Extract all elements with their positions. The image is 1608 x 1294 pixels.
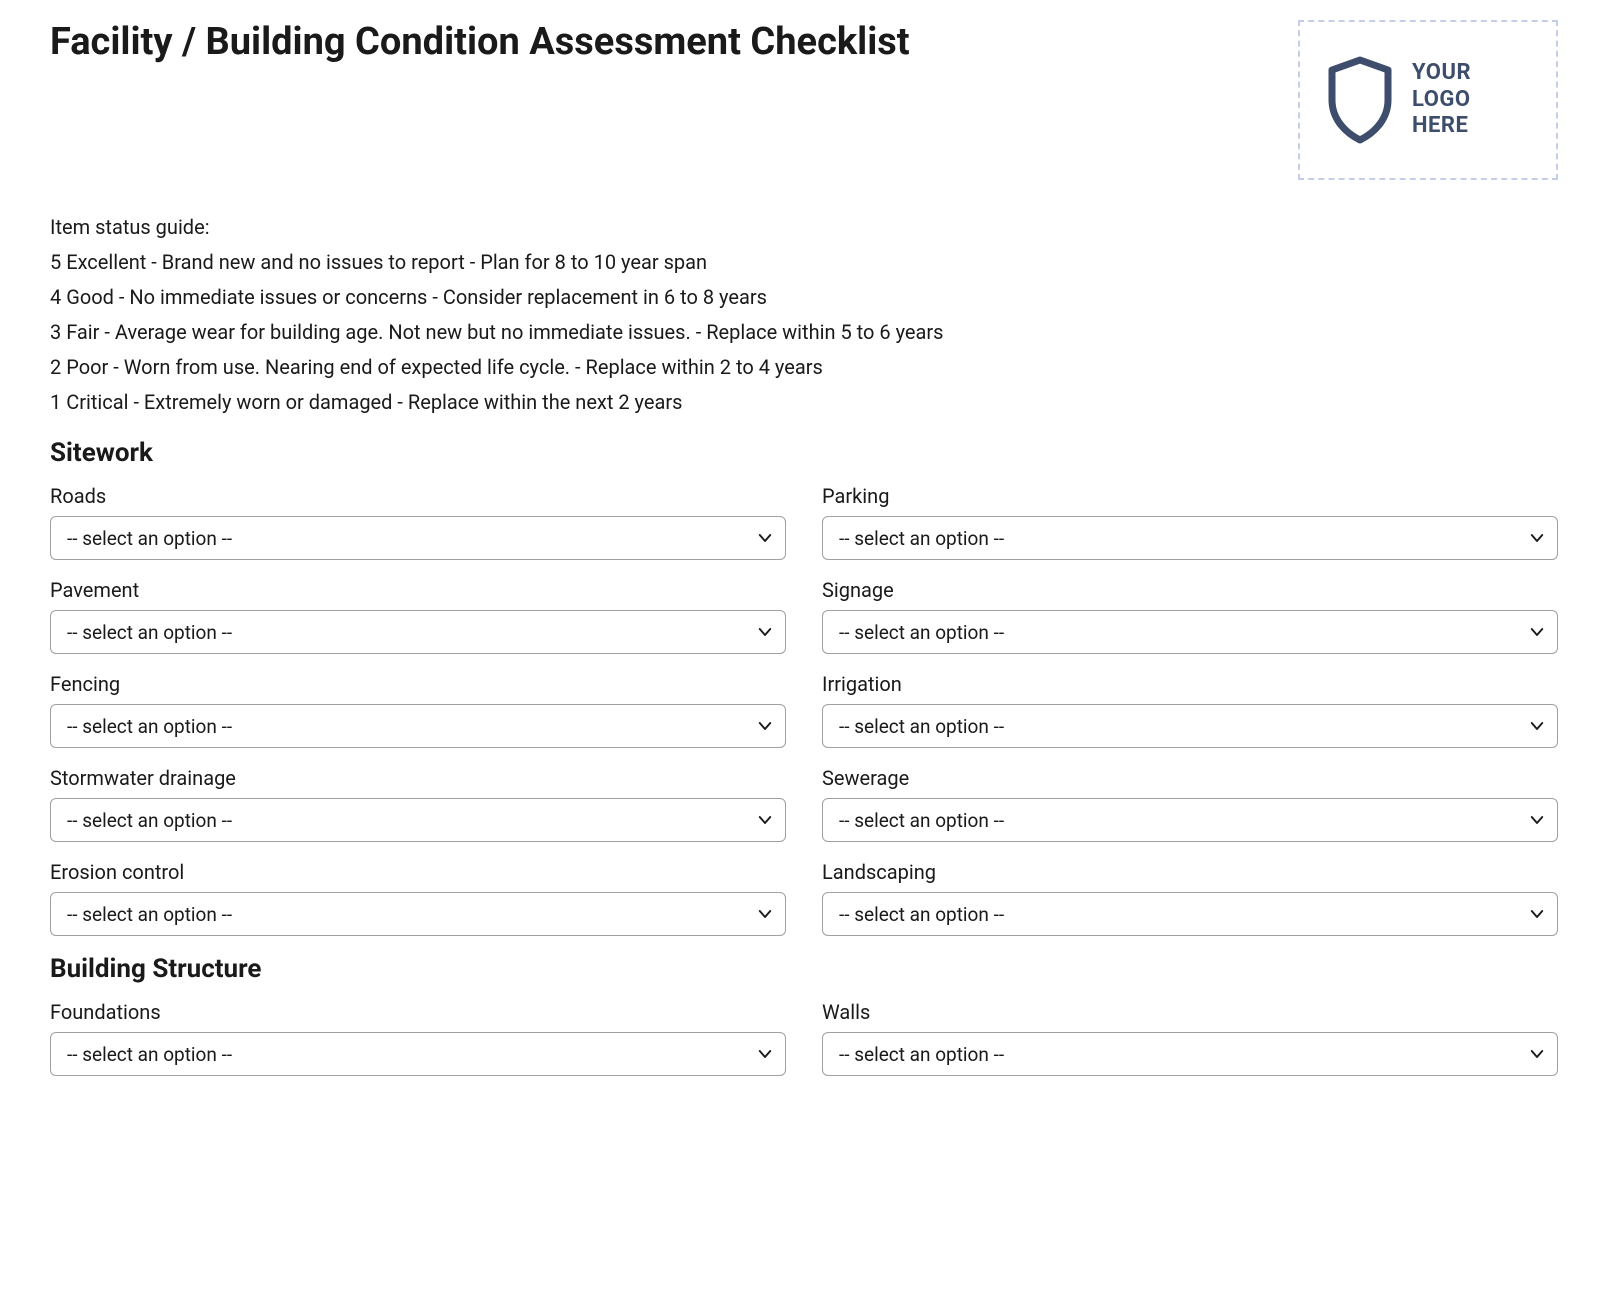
select-sewerage[interactable]: -- select an option -- <box>822 798 1558 842</box>
select-stormwater-drainage[interactable]: -- select an option -- <box>50 798 786 842</box>
select-wrapper: -- select an option -- <box>50 516 786 560</box>
label-roads: Roads <box>50 484 786 508</box>
label-parking: Parking <box>822 484 1558 508</box>
field-signage: Signage -- select an option -- <box>822 578 1558 654</box>
label-pavement: Pavement <box>50 578 786 602</box>
status-guide-item: 2 Poor - Worn from use. Nearing end of e… <box>50 350 1558 385</box>
select-wrapper: -- select an option -- <box>50 798 786 842</box>
status-guide-heading: Item status guide: <box>50 210 1558 245</box>
select-wrapper: -- select an option -- <box>822 892 1558 936</box>
field-roads: Roads -- select an option -- <box>50 484 786 560</box>
field-irrigation: Irrigation -- select an option -- <box>822 672 1558 748</box>
label-sewerage: Sewerage <box>822 766 1558 790</box>
section-title-building-structure: Building Structure <box>50 954 1558 984</box>
sitework-grid: Roads -- select an option -- Parking -- … <box>50 484 1558 936</box>
field-foundations: Foundations -- select an option -- <box>50 1000 786 1076</box>
field-walls: Walls -- select an option -- <box>822 1000 1558 1076</box>
select-irrigation[interactable]: -- select an option -- <box>822 704 1558 748</box>
status-guide-item: 3 Fair - Average wear for building age. … <box>50 315 1558 350</box>
label-fencing: Fencing <box>50 672 786 696</box>
field-erosion-control: Erosion control -- select an option -- <box>50 860 786 936</box>
select-wrapper: -- select an option -- <box>822 704 1558 748</box>
select-wrapper: -- select an option -- <box>50 704 786 748</box>
label-stormwater-drainage: Stormwater drainage <box>50 766 786 790</box>
select-signage[interactable]: -- select an option -- <box>822 610 1558 654</box>
select-wrapper: -- select an option -- <box>50 610 786 654</box>
label-erosion-control: Erosion control <box>50 860 786 884</box>
select-wrapper: -- select an option -- <box>822 798 1558 842</box>
field-sewerage: Sewerage -- select an option -- <box>822 766 1558 842</box>
page-title: Facility / Building Condition Assessment… <box>50 20 910 66</box>
label-foundations: Foundations <box>50 1000 786 1024</box>
field-parking: Parking -- select an option -- <box>822 484 1558 560</box>
select-wrapper: -- select an option -- <box>822 1032 1558 1076</box>
header: Facility / Building Condition Assessment… <box>50 20 1558 180</box>
logo-placeholder-text: YOUR LOGO HERE <box>1412 60 1471 139</box>
field-stormwater-drainage: Stormwater drainage -- select an option … <box>50 766 786 842</box>
shield-icon <box>1324 56 1396 144</box>
label-irrigation: Irrigation <box>822 672 1558 696</box>
section-title-sitework: Sitework <box>50 438 1558 468</box>
label-walls: Walls <box>822 1000 1558 1024</box>
select-erosion-control[interactable]: -- select an option -- <box>50 892 786 936</box>
select-landscaping[interactable]: -- select an option -- <box>822 892 1558 936</box>
status-guide-item: 5 Excellent - Brand new and no issues to… <box>50 245 1558 280</box>
field-pavement: Pavement -- select an option -- <box>50 578 786 654</box>
select-parking[interactable]: -- select an option -- <box>822 516 1558 560</box>
status-guide-item: 1 Critical - Extremely worn or damaged -… <box>50 385 1558 420</box>
select-pavement[interactable]: -- select an option -- <box>50 610 786 654</box>
select-fencing[interactable]: -- select an option -- <box>50 704 786 748</box>
label-landscaping: Landscaping <box>822 860 1558 884</box>
logo-placeholder: YOUR LOGO HERE <box>1298 20 1558 180</box>
building-structure-grid: Foundations -- select an option -- Walls… <box>50 1000 1558 1076</box>
select-roads[interactable]: -- select an option -- <box>50 516 786 560</box>
label-signage: Signage <box>822 578 1558 602</box>
select-foundations[interactable]: -- select an option -- <box>50 1032 786 1076</box>
select-wrapper: -- select an option -- <box>822 516 1558 560</box>
select-walls[interactable]: -- select an option -- <box>822 1032 1558 1076</box>
select-wrapper: -- select an option -- <box>822 610 1558 654</box>
status-guide: Item status guide: 5 Excellent - Brand n… <box>50 210 1558 420</box>
field-fencing: Fencing -- select an option -- <box>50 672 786 748</box>
status-guide-item: 4 Good - No immediate issues or concerns… <box>50 280 1558 315</box>
select-wrapper: -- select an option -- <box>50 892 786 936</box>
select-wrapper: -- select an option -- <box>50 1032 786 1076</box>
field-landscaping: Landscaping -- select an option -- <box>822 860 1558 936</box>
